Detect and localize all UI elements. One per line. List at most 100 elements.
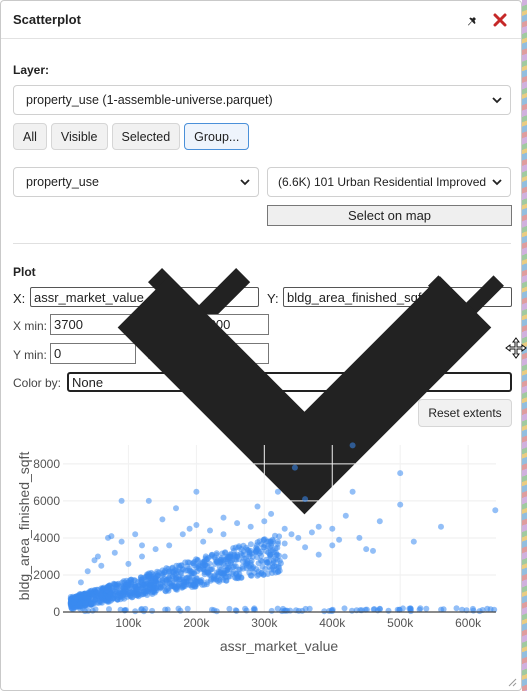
x-label: X:: [13, 291, 26, 306]
scatter-point: [438, 523, 444, 530]
scatter-point: [261, 544, 268, 551]
scatter-point: [370, 547, 376, 554]
all-button[interactable]: All: [13, 123, 47, 150]
group-button[interactable]: Group...: [184, 123, 250, 150]
scatter-point: [492, 507, 499, 514]
scatter-point: [153, 585, 159, 592]
color-by-select[interactable]: None: [67, 275, 512, 514]
scatter-point: [70, 606, 77, 612]
scatter-point: [342, 512, 349, 519]
scatter-point: [276, 557, 283, 564]
scatter-point: [109, 595, 116, 602]
scatter-point: [254, 539, 261, 546]
scatter-point: [349, 607, 355, 614]
scatter-point: [139, 581, 145, 588]
scatter-point: [281, 553, 288, 560]
x-axis-title: assr_market_value: [220, 638, 338, 654]
scatter-point: [207, 527, 213, 534]
scatterplot-panel: Scatterplot Layer: property_use (1-assem…: [0, 0, 527, 691]
layer-label: Layer:: [13, 63, 50, 77]
scatter-point: [341, 605, 348, 612]
x-tick-label: 600k: [455, 616, 482, 630]
scatter-point: [280, 605, 286, 612]
scatter-point: [77, 579, 84, 586]
scatter-point: [247, 541, 254, 548]
scatter-point: [230, 564, 237, 571]
scatter-chart[interactable]: 0 2000 4000 6000 8000 100k 200k 300k 400k 500k 600…: [1, 437, 523, 662]
scatter-point: [234, 520, 241, 527]
scatter-point: [302, 544, 309, 551]
scatter-point: [233, 607, 240, 614]
scatter-point: [248, 572, 255, 579]
y-tick-label: 8000: [33, 457, 60, 471]
y-tick-label: 4000: [33, 531, 60, 545]
scatter-point: [239, 563, 246, 570]
scatter-point: [423, 605, 430, 612]
scatter-point: [145, 497, 152, 504]
scatter-point: [186, 568, 193, 575]
scatter-point: [315, 551, 322, 558]
scatter-point: [251, 605, 258, 612]
scatter-point: [240, 551, 247, 558]
scatter-point: [159, 516, 166, 523]
x-tick-label: 300k: [251, 616, 278, 630]
reset-extents-button[interactable]: Reset extents: [418, 399, 512, 427]
group-field-value: property_use: [26, 175, 99, 189]
scatter-point: [220, 560, 227, 567]
scatter-point: [234, 553, 241, 560]
scatter-point: [192, 582, 198, 589]
scatter-point: [193, 488, 200, 495]
scatter-point: [268, 510, 275, 517]
scatter-point: [213, 576, 220, 583]
scatter-point: [234, 574, 241, 581]
scatter-point: [166, 542, 173, 549]
pin-icon[interactable]: [465, 12, 481, 28]
scatter-point: [268, 542, 275, 549]
scatter-point: [132, 608, 139, 615]
scatter-point: [118, 497, 125, 504]
scatter-point: [302, 496, 309, 503]
scatter-point: [247, 523, 254, 530]
layer-select[interactable]: property_use (1-assemble-universe.parque…: [13, 85, 511, 115]
scatter-point: [143, 588, 150, 595]
scatter-point: [270, 557, 277, 564]
scatter-point: [132, 531, 139, 538]
selected-button[interactable]: Selected: [111, 123, 181, 150]
scatter-point: [133, 586, 140, 593]
xmin-label: X min:: [13, 319, 48, 333]
scatter-point: [152, 546, 159, 553]
visible-button[interactable]: Visible: [50, 123, 108, 150]
scatter-point: [173, 505, 179, 512]
resize-handle-icon[interactable]: [507, 677, 517, 687]
scatter-point: [166, 570, 173, 577]
scatter-point: [198, 577, 205, 583]
title-bar[interactable]: Scatterplot: [1, 1, 521, 39]
scatter-point: [329, 542, 336, 549]
scatter-point: [139, 553, 145, 560]
scatter-point: [111, 581, 118, 588]
scatter-point: [349, 488, 356, 495]
scatter-point: [207, 566, 213, 573]
scatter-point: [88, 590, 95, 597]
scatter-point: [123, 588, 130, 595]
filter-button-group: All Visible Selected Group...: [13, 123, 253, 150]
layer-select-value: property_use (1-assemble-universe.parque…: [26, 93, 273, 107]
scatter-point: [200, 562, 207, 569]
window-title: Scatterplot: [13, 12, 81, 27]
scatter-point: [226, 573, 233, 580]
chevron-down-icon: [492, 97, 502, 104]
scatter-point: [140, 608, 147, 615]
scatter-point: [175, 605, 182, 612]
scatter-point: [106, 606, 112, 613]
scatter-chart-svg[interactable]: 0 2000 4000 6000 8000 100k 200k 300k 400k 500k 600…: [1, 437, 523, 662]
scatter-point: [84, 568, 91, 575]
scatter-point: [247, 547, 254, 554]
scatter-point: [176, 581, 183, 587]
scatter-point: [219, 550, 226, 557]
y-tick-label: 2000: [33, 568, 60, 582]
scatter-point: [98, 562, 105, 569]
ymin-label: Y min:: [13, 348, 47, 362]
scatter-point: [82, 600, 89, 607]
scatter-point: [469, 605, 476, 612]
close-icon[interactable]: [491, 11, 509, 29]
